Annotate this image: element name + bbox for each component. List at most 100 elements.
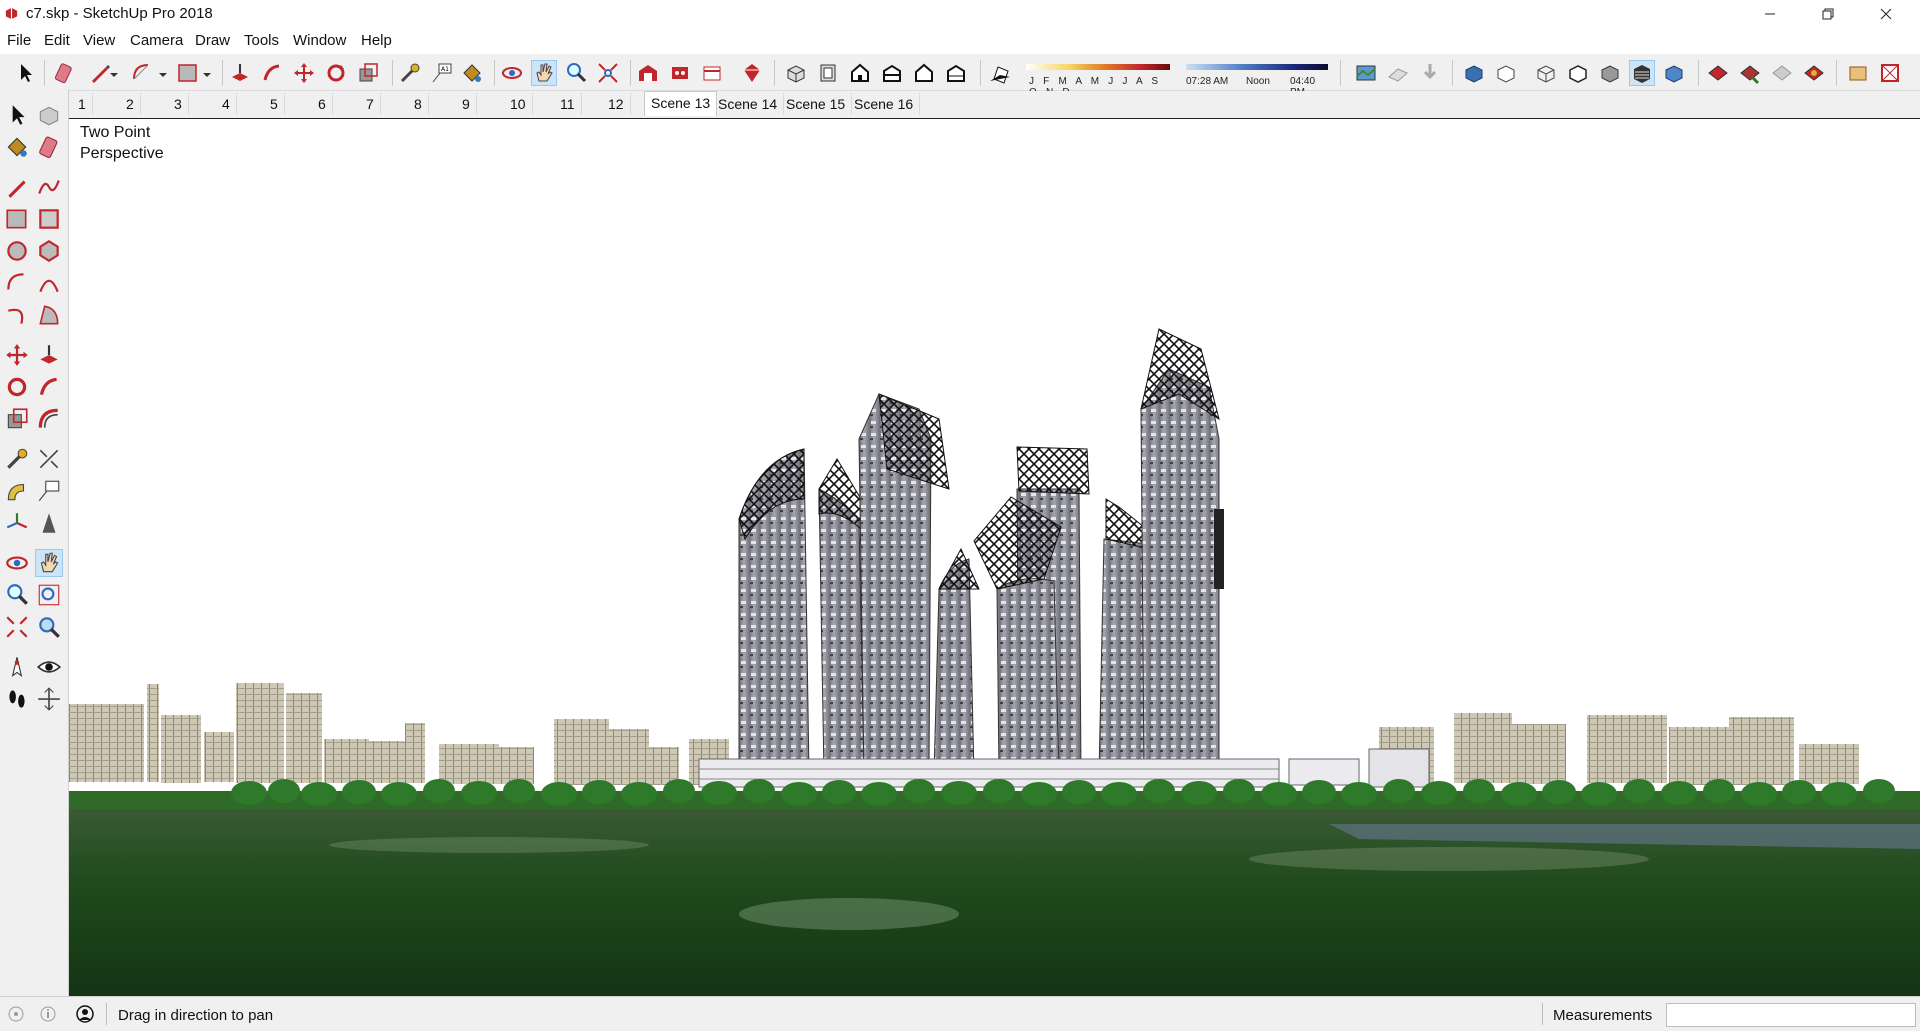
eraser-icon[interactable]	[52, 61, 76, 85]
shaded-icon[interactable]	[1598, 61, 1622, 85]
rectangle-icon[interactable]	[176, 61, 200, 85]
scene-tab-3[interactable]: 3	[168, 93, 189, 115]
polygon-icon[interactable]	[36, 238, 62, 264]
restore-button[interactable]	[1800, 0, 1856, 28]
measurements-input[interactable]	[1666, 1003, 1916, 1027]
geo-location-icon[interactable]	[8, 1006, 24, 1022]
axes-icon[interactable]	[4, 510, 30, 536]
scene-tab-9[interactable]: 9	[456, 93, 477, 115]
toggle-terrain-icon[interactable]	[1386, 61, 1410, 85]
scene-tab-10[interactable]: 10	[504, 93, 533, 115]
front-view-icon[interactable]	[848, 61, 872, 85]
freehand-icon[interactable]	[36, 174, 62, 200]
3d-text-icon[interactable]	[36, 510, 62, 536]
scene-tab-8[interactable]: 8	[408, 93, 429, 115]
follow-me-icon[interactable]	[260, 61, 284, 85]
pie-icon[interactable]	[36, 302, 62, 328]
section-plane-icon[interactable]	[36, 686, 62, 712]
arc-icon[interactable]	[130, 61, 154, 85]
scene-tab-16[interactable]: Scene 16	[848, 93, 921, 115]
text-icon[interactable]	[36, 478, 62, 504]
scene-tab-13[interactable]: Scene 13	[644, 91, 718, 116]
scene-tab-2[interactable]: 2	[120, 93, 141, 115]
zoom-icon[interactable]	[4, 582, 30, 608]
model-info-icon[interactable]	[1846, 61, 1870, 85]
shadows-toggle-icon[interactable]	[988, 61, 1012, 85]
scale-icon[interactable]	[356, 61, 380, 85]
scene-tab-5[interactable]: 5	[264, 93, 285, 115]
paint-bucket-icon[interactable]	[4, 134, 30, 160]
rectangle-icon[interactable]	[4, 206, 30, 232]
scene-tab-14[interactable]: Scene 14	[712, 93, 785, 115]
time-slider[interactable]: 07:28 AM Noon 04:40 PM	[1186, 64, 1328, 98]
tape-measure-icon[interactable]	[4, 446, 30, 472]
menu-edit[interactable]: Edit	[44, 32, 70, 49]
rotate-icon[interactable]	[324, 61, 348, 85]
right-view-icon[interactable]	[880, 61, 904, 85]
photo-texture-icon[interactable]	[1418, 61, 1442, 85]
make-component-icon[interactable]	[36, 102, 62, 128]
menu-file[interactable]: File	[7, 32, 31, 49]
previous-view-icon[interactable]	[36, 614, 62, 640]
eraser-icon[interactable]	[36, 134, 62, 160]
wireframe-icon[interactable]	[1534, 61, 1558, 85]
section-plane-icon[interactable]	[1706, 61, 1730, 85]
menu-window[interactable]: Window	[293, 32, 346, 49]
chevron-down-icon[interactable]	[156, 61, 170, 85]
rotated-rectangle-icon[interactable]	[36, 206, 62, 232]
scene-tab-15[interactable]: Scene 15	[780, 93, 853, 115]
user-account-icon[interactable]	[76, 1005, 94, 1023]
scale-icon[interactable]	[4, 406, 30, 432]
zoom-window-icon[interactable]	[36, 582, 62, 608]
dimension-icon[interactable]	[36, 446, 62, 472]
credits-info-icon[interactable]	[40, 1006, 56, 1022]
select-arrow-icon[interactable]	[13, 61, 37, 85]
offset-icon[interactable]	[36, 406, 62, 432]
menu-view[interactable]: View	[83, 32, 115, 49]
orbit-icon[interactable]	[4, 550, 30, 576]
display-section-planes-icon[interactable]	[1738, 61, 1762, 85]
pan-hand-icon[interactable]	[35, 549, 63, 577]
scene-tab-11[interactable]: 11	[554, 93, 582, 115]
chevron-down-icon[interactable]	[107, 61, 121, 85]
menu-draw[interactable]: Draw	[195, 32, 230, 49]
pan-hand-icon[interactable]	[531, 60, 557, 86]
model-viewport[interactable]: Two Point Perspective	[69, 118, 1920, 997]
left-view-icon[interactable]	[944, 61, 968, 85]
position-camera-icon[interactable]	[4, 654, 30, 680]
follow-me-icon[interactable]	[36, 374, 62, 400]
circle-icon[interactable]	[4, 238, 30, 264]
close-button[interactable]	[1858, 0, 1914, 28]
three-point-arc-icon[interactable]	[4, 302, 30, 328]
orbit-icon[interactable]	[500, 61, 524, 85]
scene-tab-4[interactable]: 4	[216, 93, 237, 115]
zoom-icon[interactable]	[564, 61, 588, 85]
line-icon[interactable]	[4, 174, 30, 200]
chevron-down-icon[interactable]	[200, 61, 214, 85]
menu-camera[interactable]: Camera	[130, 32, 183, 49]
iso-view-icon[interactable]	[784, 61, 808, 85]
move-icon[interactable]	[292, 61, 316, 85]
zoom-extents-icon[interactable]	[596, 61, 620, 85]
hidden-line-icon[interactable]	[1566, 61, 1590, 85]
arc-icon[interactable]	[4, 270, 30, 296]
push-pull-icon[interactable]	[228, 61, 252, 85]
rotate-icon[interactable]	[4, 374, 30, 400]
walk-footprints-icon[interactable]	[4, 686, 30, 712]
protractor-icon[interactable]	[4, 478, 30, 504]
text-label-icon[interactable]: A1	[430, 61, 454, 85]
scene-tab-6[interactable]: 6	[312, 93, 333, 115]
xray-style-icon[interactable]	[1462, 61, 1486, 85]
push-pull-icon[interactable]	[36, 342, 62, 368]
minimize-button[interactable]	[1742, 0, 1798, 28]
layout-send-icon[interactable]	[1878, 61, 1902, 85]
menu-help[interactable]: Help	[361, 32, 392, 49]
scene-tab-12[interactable]: 12	[602, 93, 631, 115]
paint-bucket-icon[interactable]	[460, 61, 484, 85]
shaded-with-textures-icon[interactable]	[1629, 60, 1655, 86]
scene-tab-1[interactable]: 1	[72, 93, 93, 115]
extension-warehouse-icon[interactable]	[700, 61, 724, 85]
move-icon[interactable]	[4, 342, 30, 368]
extension-manager-icon[interactable]	[740, 61, 764, 85]
back-view-icon[interactable]	[912, 61, 936, 85]
